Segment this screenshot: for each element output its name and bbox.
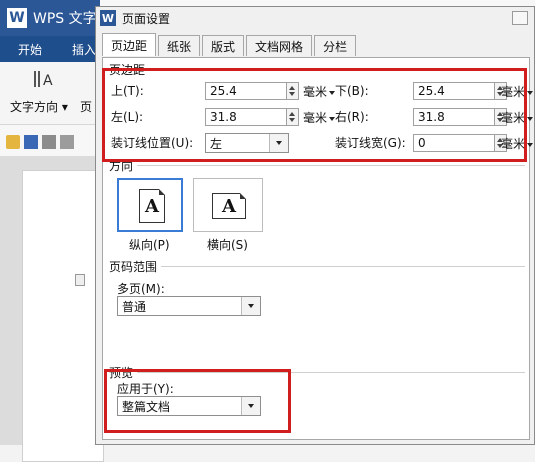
chevron-down-icon xyxy=(527,90,534,95)
divider xyxy=(161,266,525,267)
divider xyxy=(137,165,525,166)
multiple-pages-select[interactable]: 普通 xyxy=(117,296,261,316)
portrait-page-icon: A xyxy=(139,189,165,223)
wps-dialog-icon: W xyxy=(100,10,116,26)
wps-logo-icon: W xyxy=(7,8,27,28)
chevron-down-icon xyxy=(527,142,534,147)
dialog-tabs: 页边距 纸张 版式 文档网格 分栏 xyxy=(102,33,358,57)
highlight-apply-to xyxy=(104,369,291,433)
tab-margins[interactable]: 页边距 xyxy=(102,33,157,56)
ribbon-label-page[interactable]: 页 xyxy=(80,98,92,115)
text-direction-button[interactable]: 文字方向 ▾ xyxy=(10,98,68,115)
app-title: WPS 文字 xyxy=(33,11,97,27)
tab-panel-margins: 页边距 上(T): 25.4 毫米 下(B): 25.4 毫米 左(L): 31… xyxy=(102,57,534,440)
print-icon[interactable] xyxy=(42,135,56,149)
dialog-title: 页面设置 xyxy=(122,11,171,26)
app-titlebar: W WPS 文字 xyxy=(0,0,100,36)
dialog-titlebar: W 页面设置 xyxy=(96,7,534,29)
page-setup-dialog: W 页面设置 页边距 纸张 版式 文档网格 分栏 页边距 上(T): 25.4 … xyxy=(95,6,535,445)
chevron-down-icon xyxy=(241,297,260,315)
document-icon xyxy=(75,274,85,286)
text-direction-icon[interactable]: A xyxy=(32,68,54,90)
svg-text:A: A xyxy=(43,73,53,89)
preview-icon[interactable] xyxy=(60,135,74,149)
page-range-group-title: 页码范围 xyxy=(109,260,158,274)
quick-toolbar xyxy=(0,130,100,154)
chevron-down-icon xyxy=(527,116,534,121)
text-direction-label: 文字方向 xyxy=(10,100,59,114)
menu-tab-insert[interactable]: 插入 xyxy=(72,41,96,58)
landscape-label[interactable]: 横向(S) xyxy=(207,236,248,253)
document-page[interactable] xyxy=(22,170,104,462)
app-menu-tabs: 开始 插入 xyxy=(0,36,100,62)
multiple-pages-value: 普通 xyxy=(122,299,147,314)
tab-paper[interactable]: 纸张 xyxy=(158,35,201,56)
multiple-pages-label: 多页(M): xyxy=(117,282,165,296)
menu-tab-start[interactable]: 开始 xyxy=(18,41,42,58)
open-folder-icon[interactable] xyxy=(6,135,20,149)
tab-layout[interactable]: 版式 xyxy=(202,35,245,56)
portrait-label[interactable]: 纵向(P) xyxy=(129,236,170,253)
save-icon[interactable] xyxy=(24,135,38,149)
document-area xyxy=(0,156,104,462)
tab-columns[interactable]: 分栏 xyxy=(314,35,357,56)
portrait-option[interactable]: A xyxy=(117,178,183,232)
ribbon: A 文字方向 ▾ 页 xyxy=(0,62,100,125)
highlight-margins xyxy=(102,68,527,162)
landscape-option[interactable]: A xyxy=(193,178,263,232)
landscape-page-icon: A xyxy=(212,193,246,219)
tab-document-grid[interactable]: 文档网格 xyxy=(246,35,313,56)
close-icon[interactable] xyxy=(512,11,528,25)
